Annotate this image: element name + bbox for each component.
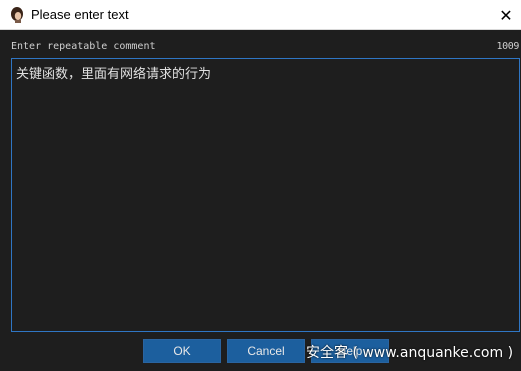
comment-textarea[interactable]: 关键函数，里面有网络请求的行为: [11, 58, 520, 332]
app-avatar-icon: [9, 6, 25, 23]
window-title: Please enter text: [31, 7, 129, 22]
title-bar: Please enter text ✕: [0, 0, 521, 30]
close-icon[interactable]: ✕: [499, 6, 512, 25]
prompt-label: Enter repeatable comment: [11, 41, 156, 52]
character-counter: 1009: [496, 41, 520, 52]
help-button[interactable]: Help: [311, 339, 389, 363]
cancel-button[interactable]: Cancel: [227, 339, 305, 363]
close-button[interactable]: ✕: [491, 0, 521, 30]
ok-button[interactable]: OK: [143, 339, 221, 363]
